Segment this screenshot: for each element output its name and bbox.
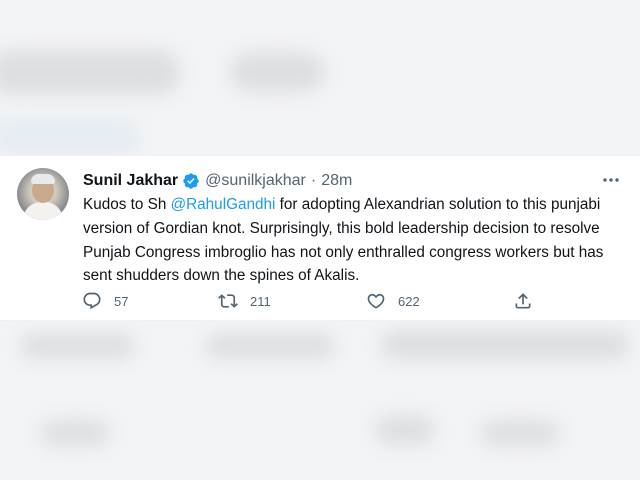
share-icon [515, 293, 531, 309]
blurred-shape [20, 333, 135, 359]
blurred-shape [375, 415, 435, 445]
reply-button[interactable]: 57 [82, 291, 128, 311]
blurred-shape [230, 52, 325, 92]
like-button[interactable]: 622 [366, 291, 420, 311]
mention-link[interactable]: @RahulGandhi [171, 196, 276, 213]
separator-dot: · [310, 172, 317, 189]
blurred-shape [0, 120, 140, 154]
heart-icon [367, 293, 385, 309]
avatar[interactable] [17, 168, 69, 220]
blurred-shape [480, 420, 560, 446]
blurred-shape [205, 333, 335, 359]
retweet-icon [218, 294, 238, 308]
blurred-shape [380, 330, 630, 360]
tweet-header: Sunil Jakhar @sunilkjakhar · 28m [83, 170, 352, 192]
tweet-time[interactable]: 28m [321, 172, 352, 190]
blurred-shape [40, 420, 110, 446]
author-handle[interactable]: @sunilkjakhar [205, 172, 306, 190]
like-count: 622 [398, 293, 420, 309]
author-name[interactable]: Sunil Jakhar [83, 172, 178, 190]
retweet-button[interactable]: 211 [218, 291, 271, 311]
verified-badge-icon [183, 173, 199, 189]
tweet-text-part: Kudos to Sh [83, 196, 171, 213]
share-button[interactable] [513, 291, 533, 311]
reply-icon [83, 292, 101, 310]
more-options-icon[interactable] [601, 172, 621, 188]
reply-count: 57 [114, 293, 129, 309]
tweet-text: Kudos to Sh @RahulGandhi for adopting Al… [83, 193, 628, 288]
blurred-shape [0, 50, 180, 95]
retweet-count: 211 [250, 293, 271, 309]
